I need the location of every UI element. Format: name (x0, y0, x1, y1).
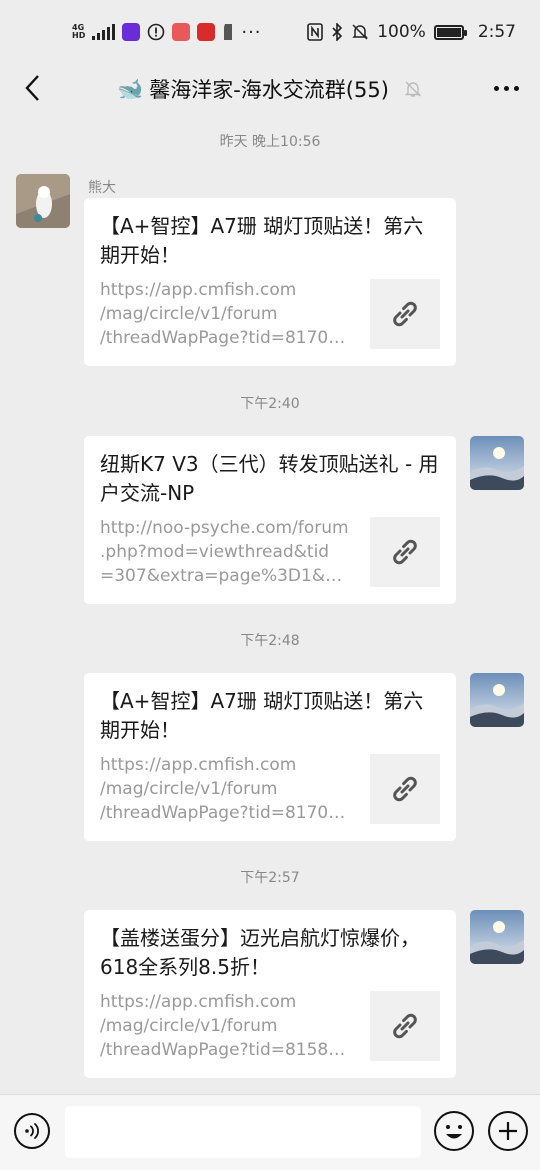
my-avatar[interactable] (470, 910, 524, 964)
link-url: https://app.cmfish.com /mag/circle/v1/fo… (100, 278, 354, 350)
plus-icon (499, 1122, 517, 1140)
smiley-icon (446, 1125, 462, 1139)
sender-name: 熊大 (88, 180, 116, 196)
network-type-bottom: HD (72, 31, 86, 40)
link-thumbnail (370, 754, 440, 824)
message-input[interactable] (65, 1106, 421, 1158)
dot (503, 85, 509, 91)
more-options-button[interactable] (486, 70, 526, 106)
voice-input-button[interactable] (14, 1113, 50, 1149)
whale-icon: 🐋 (117, 76, 144, 101)
link-card[interactable]: 【A+智控】A7珊 瑚灯顶贴送！第六期开始！ https://app.cmfis… (84, 198, 456, 366)
battery-percent: 100% (377, 22, 426, 42)
network-type: 4G HD (72, 24, 85, 40)
signal-icon (92, 24, 116, 40)
link-url-line: =307&extra=page%3D1&mo… (100, 566, 354, 586)
link-url-line: https://app.cmfish.com (100, 755, 297, 775)
link-url: https://app.cmfish.com /mag/circle/v1/fo… (100, 990, 354, 1062)
link-thumbnail (370, 517, 440, 587)
link-url-line: /threadWapPage?tid=81586… (100, 1040, 354, 1060)
link-body: https://app.cmfish.com /mag/circle/v1/fo… (100, 990, 440, 1062)
chat-title: 🐋 馨海洋家-海水交流群(55) (110, 64, 430, 114)
link-thumbnail (370, 991, 440, 1061)
back-button[interactable] (14, 70, 50, 106)
nfc-icon (307, 23, 324, 41)
link-url-line: /mag/circle/v1/forum (100, 1016, 278, 1036)
timestamp: 下午2:57 (240, 870, 300, 886)
user-avatar-image (16, 174, 70, 228)
muted-bell-icon (404, 81, 422, 97)
link-url: https://app.cmfish.com /mag/circle/v1/fo… (100, 753, 354, 825)
link-card[interactable]: 纽斯K7 V3（三代）转发顶贴送礼 - 用户交流-NP http://noo-p… (84, 436, 456, 604)
mute-bell-icon (352, 24, 369, 40)
more-notifications-icon: ··· (241, 21, 262, 43)
link-url-line: /mag/circle/v1/forum (100, 779, 278, 799)
sd-card-icon (224, 24, 233, 40)
link-title: 【A+智控】A7珊 瑚灯顶贴送！第六期开始！ (100, 214, 424, 267)
link-url-line: /threadWapPage?tid=81709… (100, 803, 354, 823)
emoji-button[interactable] (434, 1111, 474, 1151)
status-right: 100% 2:57 (307, 22, 516, 42)
link-url-line: https://app.cmfish.com (100, 992, 297, 1012)
link-icon (393, 1013, 417, 1039)
link-thumbnail (370, 279, 440, 349)
link-title: 【A+智控】A7珊 瑚灯顶贴送！第六期开始！ (100, 689, 424, 742)
battery-icon (433, 24, 467, 40)
alert-icon (148, 23, 165, 41)
video-app-icon (122, 23, 141, 41)
link-url-line: https://app.cmfish.com (100, 280, 297, 300)
mountain-sunrise-image (470, 436, 524, 490)
timestamp: 下午2:48 (240, 633, 300, 649)
mountain-sunrise-image (470, 673, 524, 727)
my-avatar[interactable] (470, 673, 524, 727)
link-url-line: .php?mod=viewthread&tid (100, 542, 330, 562)
clock: 2:57 (477, 22, 516, 42)
chat-header: 🐋 馨海洋家-海水交流群(55) (0, 64, 540, 114)
avatar[interactable] (16, 174, 70, 228)
dot (493, 85, 499, 91)
link-body: https://app.cmfish.com /mag/circle/v1/fo… (100, 753, 440, 825)
link-url-line: http://noo-psyche.com/forum (100, 518, 349, 538)
battery-fill (436, 27, 461, 37)
link-url-line: /threadWapPage?tid=81709… (100, 328, 354, 348)
group-name: 馨海洋家-海水交流群(55) (149, 78, 389, 102)
more-functions-button[interactable] (488, 1111, 528, 1151)
link-title: 纽斯K7 V3（三代）转发顶贴送礼 - 用户交流-NP (100, 452, 439, 505)
link-body: http://noo-psyche.com/forum .php?mod=vie… (100, 516, 440, 588)
red-app-icon (197, 23, 216, 41)
status-left: 4G HD ··· (72, 22, 262, 43)
link-icon (393, 301, 417, 327)
timestamp: 昨天 晚上10:56 (219, 134, 321, 150)
link-title: 【盖楼送蛋分】迈光启航灯惊爆价，618全系列8.5折！ (100, 926, 420, 979)
mountain-sunrise-image (470, 910, 524, 964)
bluetooth-icon (332, 23, 343, 41)
back-arrow-icon (25, 75, 39, 101)
voice-icon (25, 1123, 39, 1139)
link-card[interactable]: 【A+智控】A7珊 瑚灯顶贴送！第六期开始！ https://app.cmfis… (84, 673, 456, 841)
link-icon (393, 776, 417, 802)
timestamp: 下午2:40 (240, 396, 300, 412)
input-bar (0, 1094, 540, 1170)
link-url: http://noo-psyche.com/forum .php?mod=vie… (100, 516, 354, 588)
link-icon (393, 539, 417, 565)
my-avatar[interactable] (470, 436, 524, 490)
link-url-line: /mag/circle/v1/forum (100, 304, 278, 324)
link-card[interactable]: 【盖楼送蛋分】迈光启航灯惊爆价，618全系列8.5折！ https://app.… (84, 910, 456, 1078)
status-bar: 4G HD ··· 100% 2:57 (0, 0, 540, 64)
shopping-app-icon (172, 23, 191, 41)
dot (513, 85, 519, 91)
link-body: https://app.cmfish.com /mag/circle/v1/fo… (100, 278, 440, 350)
